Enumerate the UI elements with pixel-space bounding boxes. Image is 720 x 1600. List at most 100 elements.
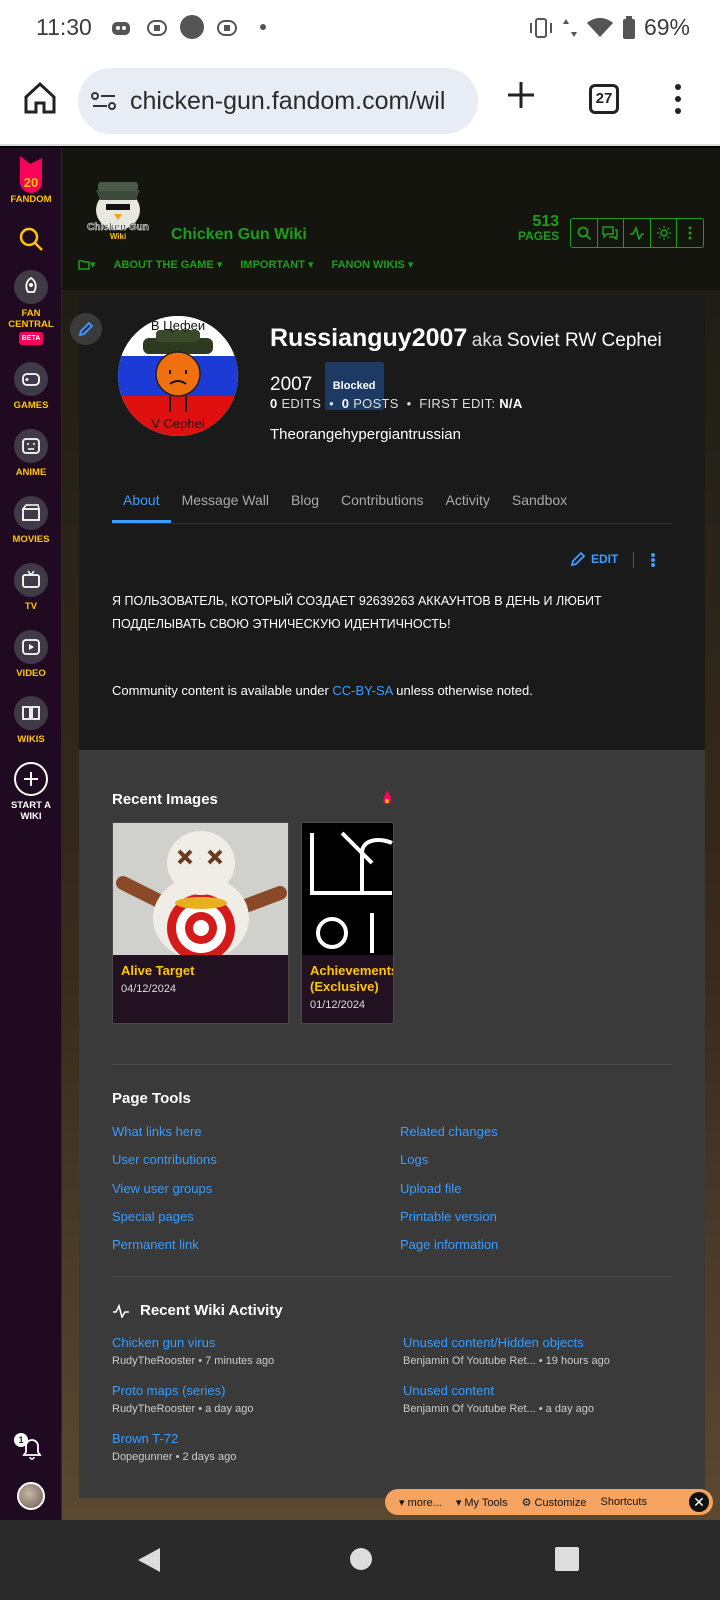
theme-toggle-button[interactable] bbox=[651, 219, 678, 247]
sidebar-item-fan-central[interactable]: FAN CENTRAL BETA bbox=[0, 270, 62, 345]
activity-meta: Dopegunner • 2 days ago bbox=[112, 1451, 237, 1463]
wiki-more-button[interactable] bbox=[677, 219, 703, 247]
data-arrows-icon bbox=[562, 18, 577, 37]
image-date: 04/12/2024 bbox=[121, 983, 177, 995]
back-icon[interactable] bbox=[136, 1546, 162, 1574]
image-title: Alive Target bbox=[121, 963, 195, 978]
profile-tabs: About Message Wall Blog Contributions Ac… bbox=[112, 478, 672, 524]
edit-label: EDIT bbox=[591, 552, 619, 566]
profile-bio: Theorangehypergiantrussian bbox=[270, 426, 461, 443]
address-bar[interactable]: chicken-gun.fandom.com/wil bbox=[78, 68, 478, 134]
wiki-nav-about-game[interactable]: ABOUT THE GAME bbox=[114, 258, 223, 271]
site-settings-icon[interactable] bbox=[90, 89, 118, 113]
sidebar-item-fandom[interactable]: 20 FANDOM bbox=[0, 154, 62, 205]
rocket-icon bbox=[25, 277, 37, 293]
user-avatar[interactable] bbox=[17, 1482, 45, 1510]
sidebar-label-start-wiki: START A WIKI bbox=[10, 800, 52, 822]
more-actions-icon[interactable] bbox=[650, 552, 656, 568]
activity-meta: RudyTheRooster • 7 minutes ago bbox=[112, 1355, 275, 1367]
new-tab-icon[interactable] bbox=[504, 78, 538, 112]
tab-message-wall[interactable]: Message Wall bbox=[171, 478, 280, 523]
customize-button[interactable]: ⚙ Customize bbox=[522, 1496, 587, 1509]
license-prefix: Community content is available under bbox=[112, 683, 329, 698]
activity-title[interactable]: Proto maps (series) bbox=[112, 1382, 253, 1400]
activity-title[interactable]: Unused content/Hidden objects bbox=[403, 1334, 610, 1352]
more-menu[interactable]: ▾ more... bbox=[399, 1496, 442, 1509]
shortcuts-button[interactable]: Shortcuts bbox=[600, 1496, 646, 1508]
activity-button[interactable] bbox=[624, 219, 651, 247]
wiki-logo[interactable]: Chicken Gun Wiki bbox=[80, 170, 156, 240]
tab-switcher-button[interactable]: 27 bbox=[589, 84, 619, 114]
first-edit-value: N/A bbox=[499, 396, 523, 411]
home-icon[interactable] bbox=[22, 80, 58, 116]
sidebar-label-games: GAMES bbox=[13, 400, 49, 411]
wiki-tools-toolbar: ▾ more... ▾ My Tools ⚙ Customize Shortcu… bbox=[385, 1489, 713, 1515]
wiki-search-button[interactable] bbox=[571, 219, 598, 247]
tab-sandbox[interactable]: Sandbox bbox=[501, 478, 578, 523]
activity-item: Chicken gun virus RudyTheRooster • 7 min… bbox=[112, 1334, 274, 1370]
sidebar-item-wikis[interactable]: WIKIS bbox=[0, 696, 62, 745]
tab-about[interactable]: About bbox=[112, 478, 171, 523]
wifi-icon bbox=[586, 17, 613, 37]
license-link[interactable]: CC-BY-SA bbox=[332, 683, 392, 698]
tool-link[interactable]: Logs bbox=[400, 1152, 428, 1167]
sidebar-item-movies[interactable]: MOVIES bbox=[0, 496, 62, 545]
tool-link[interactable]: View user groups bbox=[112, 1181, 212, 1196]
pages-number: 513 bbox=[532, 213, 560, 230]
tool-link[interactable]: User contributions bbox=[112, 1152, 217, 1167]
discord-icon bbox=[112, 22, 130, 35]
tab-activity[interactable]: Activity bbox=[435, 478, 501, 523]
search-icon bbox=[577, 226, 591, 240]
tab-blog[interactable]: Blog bbox=[280, 478, 330, 523]
sidebar-search[interactable] bbox=[0, 226, 62, 252]
tool-link[interactable]: Related changes bbox=[400, 1124, 498, 1139]
sidebar-item-start-wiki[interactable]: START A WIKI bbox=[0, 762, 62, 822]
alive-target-image bbox=[113, 823, 288, 955]
divider bbox=[112, 1276, 672, 1277]
tab-contributions[interactable]: Contributions bbox=[330, 478, 435, 523]
recent-images-title: Recent Images bbox=[112, 791, 218, 808]
discuss-button[interactable] bbox=[598, 219, 625, 247]
my-tools-menu[interactable]: ▾ My Tools bbox=[456, 1496, 508, 1509]
more-label: more... bbox=[407, 1496, 442, 1509]
wiki-nav-important[interactable]: IMPORTANT bbox=[240, 258, 313, 271]
edits-label: EDITS bbox=[281, 396, 322, 411]
sidebar-item-video[interactable]: VIDEO bbox=[0, 630, 62, 679]
edit-button[interactable]: EDIT bbox=[570, 551, 618, 567]
tool-link[interactable]: Printable version bbox=[400, 1209, 497, 1224]
overflow-menu-icon[interactable] bbox=[672, 82, 684, 116]
activity-meta: Benjamin Of Youtube Ret... • a day ago bbox=[403, 1403, 594, 1415]
recents-icon[interactable] bbox=[554, 1546, 580, 1572]
activity-title[interactable]: Brown T-72 bbox=[112, 1430, 236, 1448]
wiki-title[interactable]: Chicken Gun Wiki bbox=[171, 226, 307, 244]
book-icon bbox=[22, 706, 40, 720]
image-card[interactable]: Achievements (Exclusive) 01/12/2024 bbox=[301, 822, 394, 1024]
sidebar-item-tv[interactable]: TV bbox=[0, 563, 62, 612]
sidebar-label-anime: ANIME bbox=[15, 467, 47, 478]
home-nav-icon[interactable] bbox=[348, 1546, 374, 1572]
close-toolbar-icon[interactable]: ✕ bbox=[689, 1492, 709, 1512]
vibrate-icon bbox=[529, 17, 552, 38]
tool-link[interactable]: What links here bbox=[112, 1124, 202, 1139]
image-card[interactable]: Alive Target 04/12/2024 bbox=[112, 822, 289, 1024]
sidebar-item-anime[interactable]: ANIME bbox=[0, 429, 62, 478]
sun-icon bbox=[656, 226, 671, 240]
activity-item: Unused content Benjamin Of Youtube Ret..… bbox=[403, 1382, 594, 1418]
divider bbox=[112, 1064, 672, 1065]
activity-title[interactable]: Chicken gun virus bbox=[112, 1334, 274, 1352]
edit-avatar-button[interactable] bbox=[70, 313, 102, 345]
sidebar-item-games[interactable]: GAMES bbox=[0, 362, 62, 411]
wiki-nav-fanon[interactable]: FANON WIKIS bbox=[332, 258, 414, 271]
sidebar-label-video: VIDEO bbox=[16, 668, 46, 679]
tool-link[interactable]: Permanent link bbox=[112, 1237, 199, 1252]
license-suffix: unless otherwise noted. bbox=[396, 683, 533, 698]
tool-link[interactable]: Special pages bbox=[112, 1209, 194, 1224]
search-icon[interactable] bbox=[18, 226, 44, 252]
android-nav-bar bbox=[0, 1520, 720, 1600]
image-thumbnail bbox=[302, 823, 393, 955]
tool-link[interactable]: Page information bbox=[400, 1237, 498, 1252]
wiki-nav-explore[interactable] bbox=[78, 258, 96, 271]
avatar-image: В Цефеи V Cephei bbox=[118, 316, 238, 436]
activity-title[interactable]: Unused content bbox=[403, 1382, 594, 1400]
tool-link[interactable]: Upload file bbox=[400, 1181, 461, 1196]
